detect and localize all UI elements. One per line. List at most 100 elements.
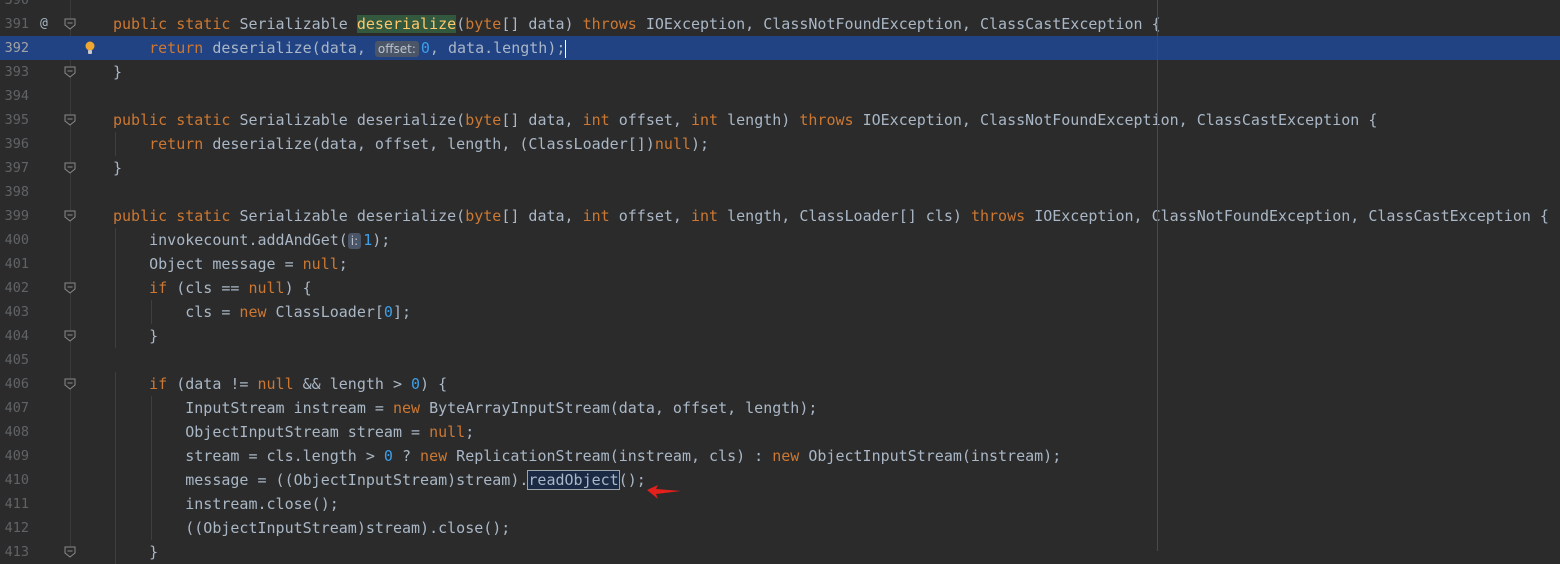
code-line-409[interactable]: 409 stream = cls.length > 0 ? new Replica… [0,444,1560,468]
number-literal[interactable]: 0 [384,447,402,465]
code-token[interactable]: } [149,327,158,345]
keyword-token[interactable]: null [248,279,284,297]
highlighted-method-name[interactable]: deserialize [356,15,457,33]
code-token[interactable]: IOException, ClassNotFoundException, Cla… [863,111,1378,129]
fold-marker-icon[interactable] [64,282,76,294]
code-token[interactable]: deserialize(data, offset, length, (Class… [212,135,655,153]
code-token[interactable]: } [149,543,158,561]
line-number[interactable]: 400 [0,228,29,252]
code-text[interactable]: } [113,60,122,84]
code-text[interactable]: public static Serializable deserialize(b… [113,204,1549,228]
code-token[interactable]: InputStream instream = [185,399,393,417]
code-token[interactable]: ByteArrayInputStream(data, offset, lengt… [429,399,817,417]
line-number[interactable]: 402 [0,276,29,300]
keyword-token[interactable]: byte [465,15,501,33]
line-number[interactable]: 405 [0,348,29,372]
keyword-token[interactable]: new [393,399,429,417]
code-line-408[interactable]: 408 ObjectInputStream stream = null; [0,420,1560,444]
line-number[interactable]: 396 [0,132,29,156]
code-token[interactable]: IOException, ClassNotFoundException, Cla… [646,15,1161,33]
code-token[interactable]: deserialize(data, [212,39,375,57]
number-literal[interactable]: 0 [411,375,420,393]
code-line-393[interactable]: 393} [0,60,1560,84]
number-literal[interactable]: 0 [384,303,393,321]
line-number[interactable]: 394 [0,84,29,108]
code-token[interactable]: IOException, ClassNotFoundException, Cla… [1034,207,1549,225]
code-token[interactable]: , data.length); [430,39,565,57]
line-number[interactable]: 413 [0,540,29,564]
code-token[interactable]: ClassLoader[ [276,303,384,321]
code-text[interactable]: ((ObjectInputStream)stream).close(); [185,516,510,540]
code-token[interactable]: [] data) [501,15,582,33]
line-number[interactable]: 399 [0,204,29,228]
keyword-token[interactable]: public static [113,15,239,33]
code-token[interactable]: length, ClassLoader[] cls) [727,207,971,225]
line-number[interactable]: 398 [0,180,29,204]
code-editor[interactable]: 390 391 @ public static Serializable deseri… [0,0,1560,564]
keyword-token[interactable]: throws [799,111,862,129]
number-literal[interactable]: 1 [363,231,372,249]
keyword-token[interactable]: null [303,255,339,273]
keyword-token[interactable]: if [149,279,176,297]
code-text[interactable]: InputStream instream = new ByteArrayInpu… [185,396,817,420]
code-token[interactable]: cls = [185,303,239,321]
keyword-token[interactable]: return [149,135,212,153]
line-number[interactable]: 395 [0,108,29,132]
code-text[interactable]: Object message = null; [149,252,348,276]
line-number[interactable]: 393 [0,60,29,84]
code-token[interactable]: ]; [393,303,411,321]
keyword-token[interactable]: public static [113,111,239,129]
fold-marker-icon[interactable] [64,330,76,342]
keyword-token[interactable]: null [429,423,465,441]
fold-marker-icon[interactable] [64,210,76,222]
keyword-token[interactable]: int [691,207,727,225]
number-literal[interactable]: 0 [421,39,430,57]
fold-marker-icon[interactable] [64,546,76,558]
code-token[interactable]: && length > [303,375,411,393]
code-token[interactable]: ReplicationStream(instream, cls) : [456,447,772,465]
line-number[interactable]: 392 [0,36,29,60]
code-line-403[interactable]: 403 cls = new ClassLoader[0]; [0,300,1560,324]
fold-marker-icon[interactable] [64,162,76,174]
override-marker-icon[interactable]: @ [40,12,48,36]
code-token[interactable]: stream = cls.length > [185,447,384,465]
code-text[interactable]: public static Serializable deserialize(b… [113,12,1161,36]
keyword-token[interactable]: return [149,39,212,57]
code-line-404[interactable]: 404} [0,324,1560,348]
code-text[interactable]: } [113,156,122,180]
selected-method-call[interactable]: readObject [527,470,620,490]
line-number[interactable]: 391 [0,12,29,36]
lightbulb-icon[interactable] [85,41,95,55]
code-token[interactable]: ObjectInputStream stream = [185,423,429,441]
keyword-token[interactable]: new [239,303,275,321]
code-token[interactable]: ((ObjectInputStream)stream).close(); [185,519,510,537]
code-token[interactable]: ) { [420,375,447,393]
code-token[interactable]: ); [691,135,709,153]
code-token[interactable]: length) [727,111,799,129]
code-text[interactable]: if (cls == null) { [149,276,312,300]
code-token[interactable]: ; [465,423,474,441]
code-token[interactable]: Object message = [149,255,303,273]
code-text[interactable]: return deserialize(data, offset: 0, data.… [149,36,567,60]
line-number[interactable]: 409 [0,444,29,468]
code-line-407[interactable]: 407 InputStream instream = new ByteArrayI… [0,396,1560,420]
code-line-391[interactable]: 391 @ public static Serializable deseriali… [0,12,1560,36]
line-number[interactable]: 407 [0,396,29,420]
code-token[interactable]: message = ((ObjectInputStream)stream). [185,471,528,489]
keyword-token[interactable]: byte [465,207,501,225]
code-token[interactable]: ? [402,447,420,465]
code-text[interactable]: } [149,540,158,564]
code-token[interactable]: (cls == [176,279,248,297]
fold-marker-icon[interactable] [64,378,76,390]
code-token[interactable]: ); [372,231,390,249]
code-token[interactable]: [] data, [501,207,582,225]
code-line-394[interactable]: 394 [0,84,1560,108]
code-line-400[interactable]: 400 invokecount.addAndGet(i: 1); [0,228,1560,252]
keyword-token[interactable]: int [583,111,619,129]
code-token[interactable]: instream.close(); [185,495,339,513]
line-number[interactable]: 401 [0,252,29,276]
code-text[interactable]: message = ((ObjectInputStream)stream).re… [185,468,646,492]
keyword-token[interactable]: if [149,375,176,393]
code-text[interactable]: instream.close(); [185,492,339,516]
keyword-token[interactable]: new [772,447,808,465]
